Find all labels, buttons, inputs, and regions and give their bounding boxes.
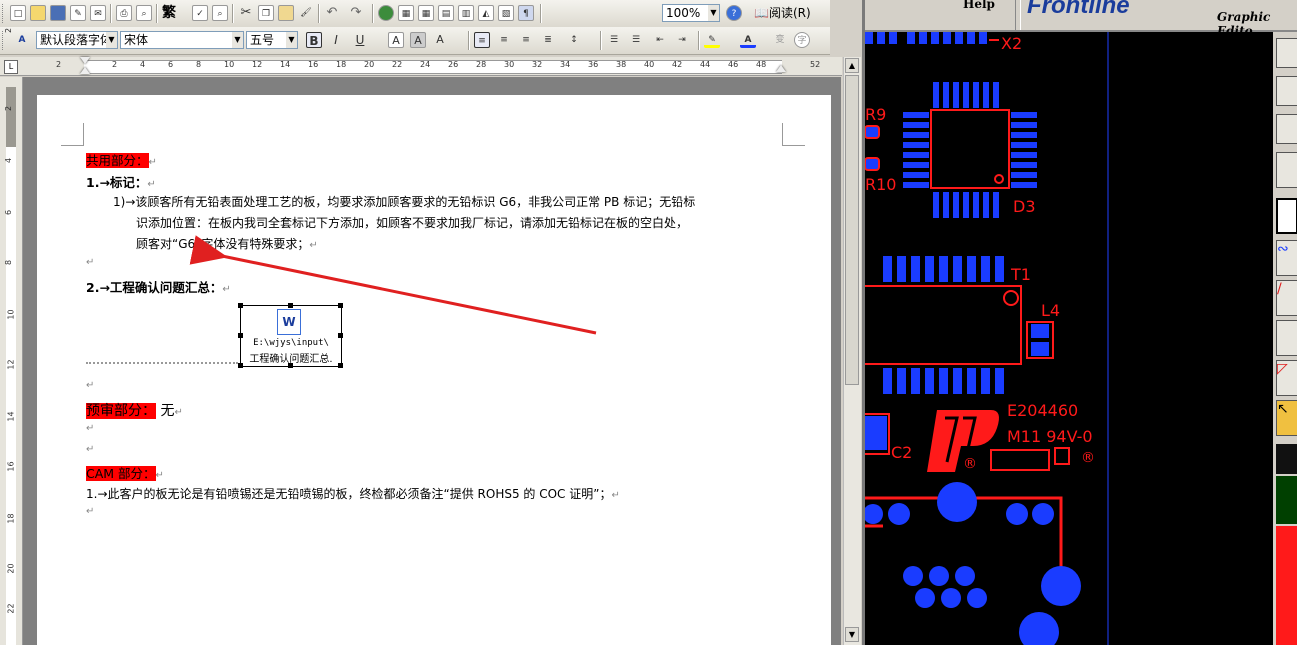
frontline-logo: Frontline [1027, 0, 1130, 19]
pcb-tool-palette: ∾ / ◸ ↖ [1273, 32, 1297, 645]
layer-swatch-red[interactable] [1276, 526, 1297, 645]
r10-label: R10 [865, 175, 896, 194]
reg-mark-1: ® [963, 456, 977, 472]
c2-label: C2 [891, 443, 912, 462]
layer-swatch-black[interactable] [1276, 444, 1297, 474]
t1-label: T1 [1010, 265, 1031, 284]
tool-button[interactable] [1276, 76, 1297, 106]
ul-code-1: E204460 [1007, 401, 1078, 420]
layer-swatch-green[interactable] [1276, 476, 1297, 524]
word-window: □ ✎ ✉ ⎙ ⌕ 繁 ✓ ⌕ ✂ ❐ 🖌 ↶ ↷ ▦ ▦ ▤ ▥ ◭ ▧ ¶ … [0, 0, 862, 645]
tool-button[interactable] [1276, 114, 1297, 144]
tool-button[interactable] [1276, 38, 1297, 68]
top-pads [865, 32, 987, 44]
pcb-editor-window: Help Frontline Graphic Edito ∾ / ◸ ↖ X2 [865, 0, 1297, 645]
tool-button[interactable] [1276, 152, 1297, 188]
header-separator [1015, 0, 1021, 30]
reg-mark-2: ® [1081, 450, 1095, 466]
vertical-scrollbar[interactable]: ▲ ▼ [843, 57, 861, 645]
annotation-arrow [189, 235, 597, 335]
pcb-header: Help Frontline Graphic Edito [865, 0, 1297, 38]
t1-pads [883, 256, 1004, 394]
x2-label: X2 [1001, 34, 1022, 53]
tool-button[interactable] [1276, 198, 1297, 234]
l4-label: L4 [1041, 301, 1060, 320]
scroll-thumb[interactable] [845, 75, 859, 385]
pointer-tool-button[interactable]: ↖ [1276, 400, 1297, 436]
pcb-canvas[interactable]: X2 R9 R10 D3 T1 L4 C2 ® E204460 M11 94V-… [865, 32, 1273, 645]
d3-label: D3 [1013, 197, 1036, 216]
tool-button[interactable]: / [1276, 280, 1297, 316]
tool-button[interactable]: ∾ [1276, 240, 1297, 276]
tool-button[interactable]: ◸ [1276, 360, 1297, 396]
tool-button[interactable] [1276, 320, 1297, 356]
scroll-up-arrow-icon[interactable]: ▲ [845, 58, 859, 73]
ul-code-2: M11 94V-0 [1007, 427, 1093, 446]
scroll-down-arrow-icon[interactable]: ▼ [845, 627, 859, 642]
r9-label: R9 [865, 105, 886, 124]
help-menu[interactable]: Help [963, 0, 995, 11]
